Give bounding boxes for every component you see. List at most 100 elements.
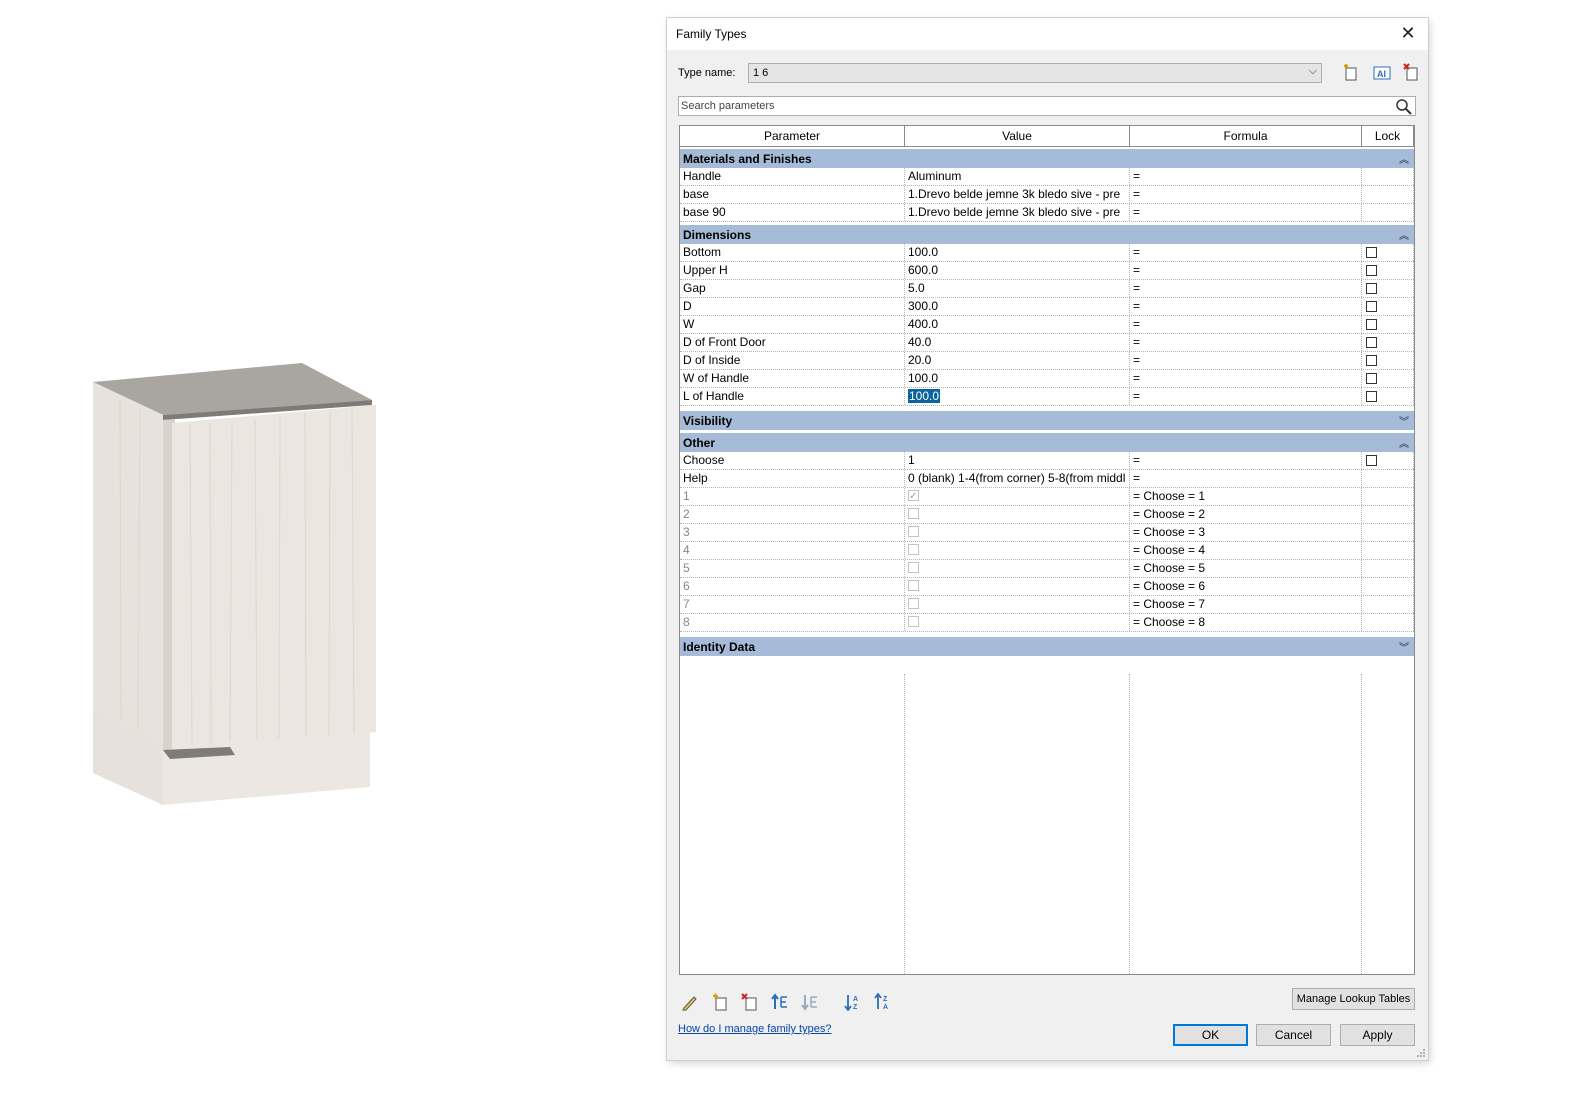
param-formula[interactable]: =: [1130, 262, 1362, 279]
rename-type-icon[interactable]: AI: [1371, 63, 1393, 83]
param-formula[interactable]: = Choose = 7: [1130, 596, 1362, 613]
param-formula[interactable]: =: [1130, 452, 1362, 469]
table-row[interactable]: Upper H 600.0 =: [680, 262, 1414, 280]
param-value[interactable]: 1: [905, 452, 1130, 469]
table-row[interactable]: 2 = Choose = 2: [680, 506, 1414, 524]
lock-checkbox[interactable]: [1366, 247, 1377, 258]
move-down-icon[interactable]: [800, 993, 820, 1011]
param-value[interactable]: 1.Drevo belde jemne 3k bledo sive - pre: [905, 186, 1130, 203]
search-input[interactable]: [681, 99, 1381, 113]
table-row[interactable]: Choose 1 =: [680, 452, 1414, 470]
table-row[interactable]: Gap 5.0 =: [680, 280, 1414, 298]
group-identity-data[interactable]: Identity Data ︾: [680, 635, 1414, 656]
table-row[interactable]: D 300.0 =: [680, 298, 1414, 316]
table-row[interactable]: base 90 1.Drevo belde jemne 3k bledo sive…: [680, 204, 1414, 222]
lock-checkbox[interactable]: [1366, 455, 1377, 466]
table-row[interactable]: W 400.0 =: [680, 316, 1414, 334]
lock-checkbox[interactable]: [1366, 301, 1377, 312]
resize-grip-icon[interactable]: [1416, 1048, 1426, 1058]
param-value[interactable]: 1.Drevo belde jemne 3k bledo sive - pre: [905, 204, 1130, 221]
param-value[interactable]: 0 (blank) 1-4(from corner) 5-8(from midd…: [905, 470, 1130, 487]
param-value[interactable]: 400.0: [905, 316, 1130, 333]
new-parameter-icon[interactable]: [710, 993, 730, 1011]
help-link[interactable]: How do I manage family types?: [678, 1023, 831, 1035]
table-row[interactable]: W of Handle 100.0 =: [680, 370, 1414, 388]
lock-checkbox[interactable]: [1366, 283, 1377, 294]
expand-icon[interactable]: ︾: [1399, 639, 1409, 654]
param-value[interactable]: 40.0: [905, 334, 1130, 351]
column-header-lock[interactable]: Lock: [1362, 126, 1414, 146]
table-row[interactable]: D of Inside 20.0 =: [680, 352, 1414, 370]
collapse-icon[interactable]: ︽: [1399, 227, 1409, 242]
param-formula[interactable]: =: [1130, 280, 1362, 297]
table-row[interactable]: D of Front Door 40.0 =: [680, 334, 1414, 352]
param-value[interactable]: Aluminum: [905, 168, 1130, 185]
manage-lookup-tables-button[interactable]: Manage Lookup Tables: [1292, 988, 1415, 1010]
param-formula[interactable]: = Choose = 2: [1130, 506, 1362, 523]
selected-value-text[interactable]: 100.0: [908, 389, 941, 403]
table-row[interactable]: Bottom 100.0 =: [680, 244, 1414, 262]
param-formula[interactable]: = Choose = 8: [1130, 614, 1362, 631]
param-value[interactable]: 20.0: [905, 352, 1130, 369]
edit-parameter-icon[interactable]: [680, 993, 700, 1011]
param-formula[interactable]: =: [1130, 352, 1362, 369]
group-visibility[interactable]: Visibility ︾: [680, 409, 1414, 430]
table-row[interactable]: 5 = Choose = 5: [680, 560, 1414, 578]
param-formula[interactable]: =: [1130, 244, 1362, 261]
group-dimensions[interactable]: Dimensions ︽: [680, 223, 1414, 244]
param-value[interactable]: 100.0: [905, 244, 1130, 261]
collapse-icon[interactable]: ︽: [1399, 435, 1409, 450]
sort-descending-icon[interactable]: Z A: [873, 993, 893, 1011]
search-parameters-field[interactable]: [678, 96, 1416, 116]
param-formula[interactable]: =: [1130, 370, 1362, 387]
param-formula[interactable]: = Choose = 3: [1130, 524, 1362, 541]
param-formula[interactable]: =: [1130, 186, 1362, 203]
expand-icon[interactable]: ︾: [1399, 413, 1409, 428]
param-formula[interactable]: =: [1130, 168, 1362, 185]
table-row[interactable]: base 1.Drevo belde jemne 3k bledo sive - …: [680, 186, 1414, 204]
ok-button[interactable]: OK: [1173, 1024, 1248, 1046]
table-row[interactable]: L of Handle 100.0 =: [680, 388, 1414, 406]
table-row[interactable]: 1 = Choose = 1: [680, 488, 1414, 506]
group-materials-and-finishes[interactable]: Materials and Finishes ︽: [680, 147, 1414, 168]
type-name-dropdown[interactable]: 1 6 ⌵: [748, 63, 1322, 83]
param-formula[interactable]: = Choose = 5: [1130, 560, 1362, 577]
lock-checkbox[interactable]: [1366, 265, 1377, 276]
param-formula[interactable]: = Choose = 1: [1130, 488, 1362, 505]
param-value[interactable]: 600.0: [905, 262, 1130, 279]
sort-ascending-icon[interactable]: A Z: [843, 993, 863, 1011]
move-up-icon[interactable]: [770, 993, 790, 1011]
param-formula[interactable]: =: [1130, 298, 1362, 315]
delete-type-icon[interactable]: [1401, 63, 1423, 83]
param-formula[interactable]: =: [1130, 470, 1362, 487]
lock-checkbox[interactable]: [1366, 391, 1377, 402]
param-value-editing[interactable]: 100.0: [905, 388, 1130, 405]
lock-checkbox[interactable]: [1366, 355, 1377, 366]
column-header-formula[interactable]: Formula: [1130, 126, 1362, 146]
param-formula[interactable]: =: [1130, 334, 1362, 351]
search-icon[interactable]: [1395, 98, 1413, 115]
param-formula[interactable]: =: [1130, 204, 1362, 221]
table-row[interactable]: 3 = Choose = 3: [680, 524, 1414, 542]
collapse-icon[interactable]: ︽: [1399, 151, 1409, 166]
new-type-icon[interactable]: [1340, 63, 1362, 83]
param-formula[interactable]: = Choose = 6: [1130, 578, 1362, 595]
param-formula[interactable]: =: [1130, 388, 1362, 405]
delete-parameter-icon[interactable]: [740, 993, 760, 1011]
lock-checkbox[interactable]: [1366, 373, 1377, 384]
table-row[interactable]: 4 = Choose = 4: [680, 542, 1414, 560]
table-row[interactable]: 6 = Choose = 6: [680, 578, 1414, 596]
lock-checkbox[interactable]: [1366, 337, 1377, 348]
table-row[interactable]: Handle Aluminum =: [680, 168, 1414, 186]
table-row[interactable]: Help 0 (blank) 1-4(from corner) 5-8(from …: [680, 470, 1414, 488]
cancel-button[interactable]: Cancel: [1256, 1024, 1331, 1046]
column-header-parameter[interactable]: Parameter: [680, 126, 905, 146]
table-row[interactable]: 8 = Choose = 8: [680, 614, 1414, 632]
param-value[interactable]: 100.0: [905, 370, 1130, 387]
table-row[interactable]: 7 = Choose = 7: [680, 596, 1414, 614]
param-value[interactable]: 5.0: [905, 280, 1130, 297]
close-icon[interactable]: ✕: [1396, 21, 1420, 45]
param-value[interactable]: 300.0: [905, 298, 1130, 315]
param-formula[interactable]: =: [1130, 316, 1362, 333]
apply-button[interactable]: Apply: [1340, 1024, 1415, 1046]
